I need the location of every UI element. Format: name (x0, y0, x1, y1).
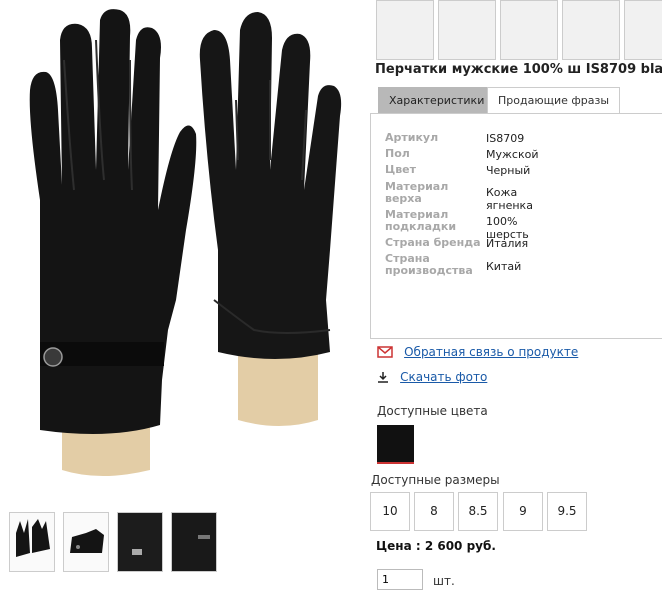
size-option[interactable]: 10 (370, 492, 410, 531)
char-label: Артикул (385, 131, 439, 144)
char-value: Италия (486, 237, 529, 250)
gloves-thumbnail-icon (70, 529, 104, 553)
char-label: Цвет (385, 163, 417, 176)
product-main-image[interactable] (0, 0, 368, 492)
char-value: Китай (486, 260, 522, 273)
product-title: Перчатки мужские 100% ш IS8709 black (375, 62, 662, 77)
feedback-link-row[interactable]: Обратная связь о продукте (377, 341, 578, 360)
top-thumbnail[interactable] (500, 0, 558, 60)
gloves-thumbnail-icon (118, 513, 162, 571)
size-option[interactable]: 9 (503, 492, 543, 531)
char-label: Материал подкладки (385, 208, 457, 233)
tab-selling-phrases[interactable]: Продающие фразы (487, 87, 621, 115)
feedback-link[interactable]: Обратная связь о продукте (404, 345, 578, 359)
download-icon (378, 371, 388, 383)
size-option[interactable]: 8 (414, 492, 454, 531)
char-value: IS8709 (486, 132, 525, 145)
characteristics-panel: Артикул IS8709 Пол Мужской Цвет Черный М… (370, 113, 662, 339)
thumbnail-4[interactable] (171, 512, 217, 572)
quantity-unit: шт. (433, 574, 455, 588)
size-option[interactable]: 9.5 (547, 492, 587, 531)
envelope-icon (377, 345, 393, 358)
char-label: Материал верха (385, 180, 449, 205)
thumbnail-1[interactable] (9, 512, 55, 572)
download-link-row[interactable]: Скачать фото (377, 366, 487, 385)
char-value: Мужской (486, 148, 539, 161)
char-label: Страна производства (385, 252, 473, 277)
quantity-input[interactable] (377, 569, 423, 590)
thumbnail-2[interactable] (63, 512, 109, 572)
download-photo-link[interactable]: Скачать фото (400, 370, 487, 384)
gloves-thumbnail-icon (172, 513, 216, 571)
size-option[interactable]: 8.5 (458, 492, 498, 531)
top-thumbnail[interactable] (562, 0, 620, 60)
char-label: Пол (385, 147, 410, 160)
top-thumbnail[interactable] (376, 0, 434, 60)
thumbnail-3[interactable] (117, 512, 163, 572)
colors-label: Доступные цвета (377, 404, 488, 418)
char-value: Черный (486, 164, 531, 177)
tab-characteristics[interactable]: Характеристики (378, 87, 496, 115)
top-thumbnail[interactable] (624, 0, 662, 60)
gloves-thumbnail-icon (16, 519, 50, 557)
color-swatch-black[interactable] (377, 425, 414, 464)
char-value: Кожа ягненка (486, 186, 533, 212)
top-thumbnail[interactable] (438, 0, 496, 60)
sizes-label: Доступные размеры (371, 473, 500, 487)
price-label: Цена : 2 600 руб. (376, 539, 496, 553)
char-label: Страна бренда (385, 236, 481, 249)
gloves-illustration (29, 9, 342, 476)
